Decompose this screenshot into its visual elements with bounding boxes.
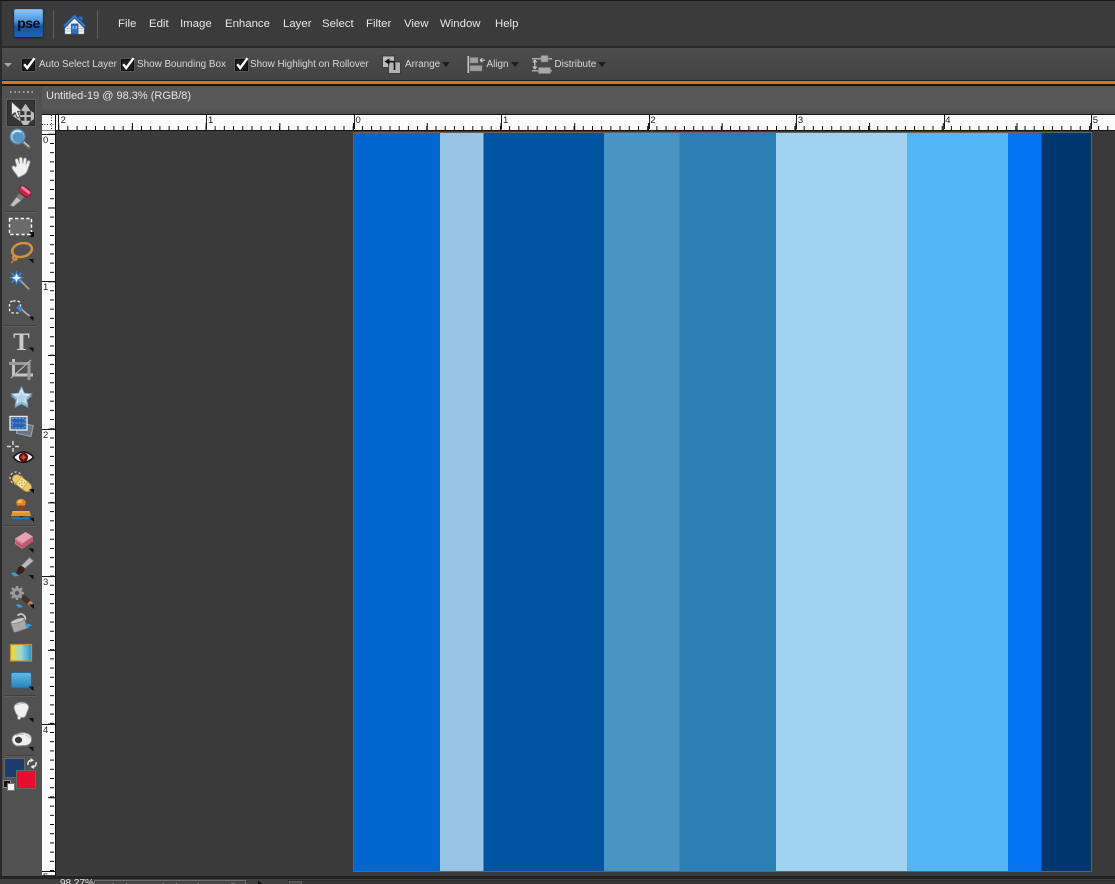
svg-text:T: T	[13, 329, 30, 353]
